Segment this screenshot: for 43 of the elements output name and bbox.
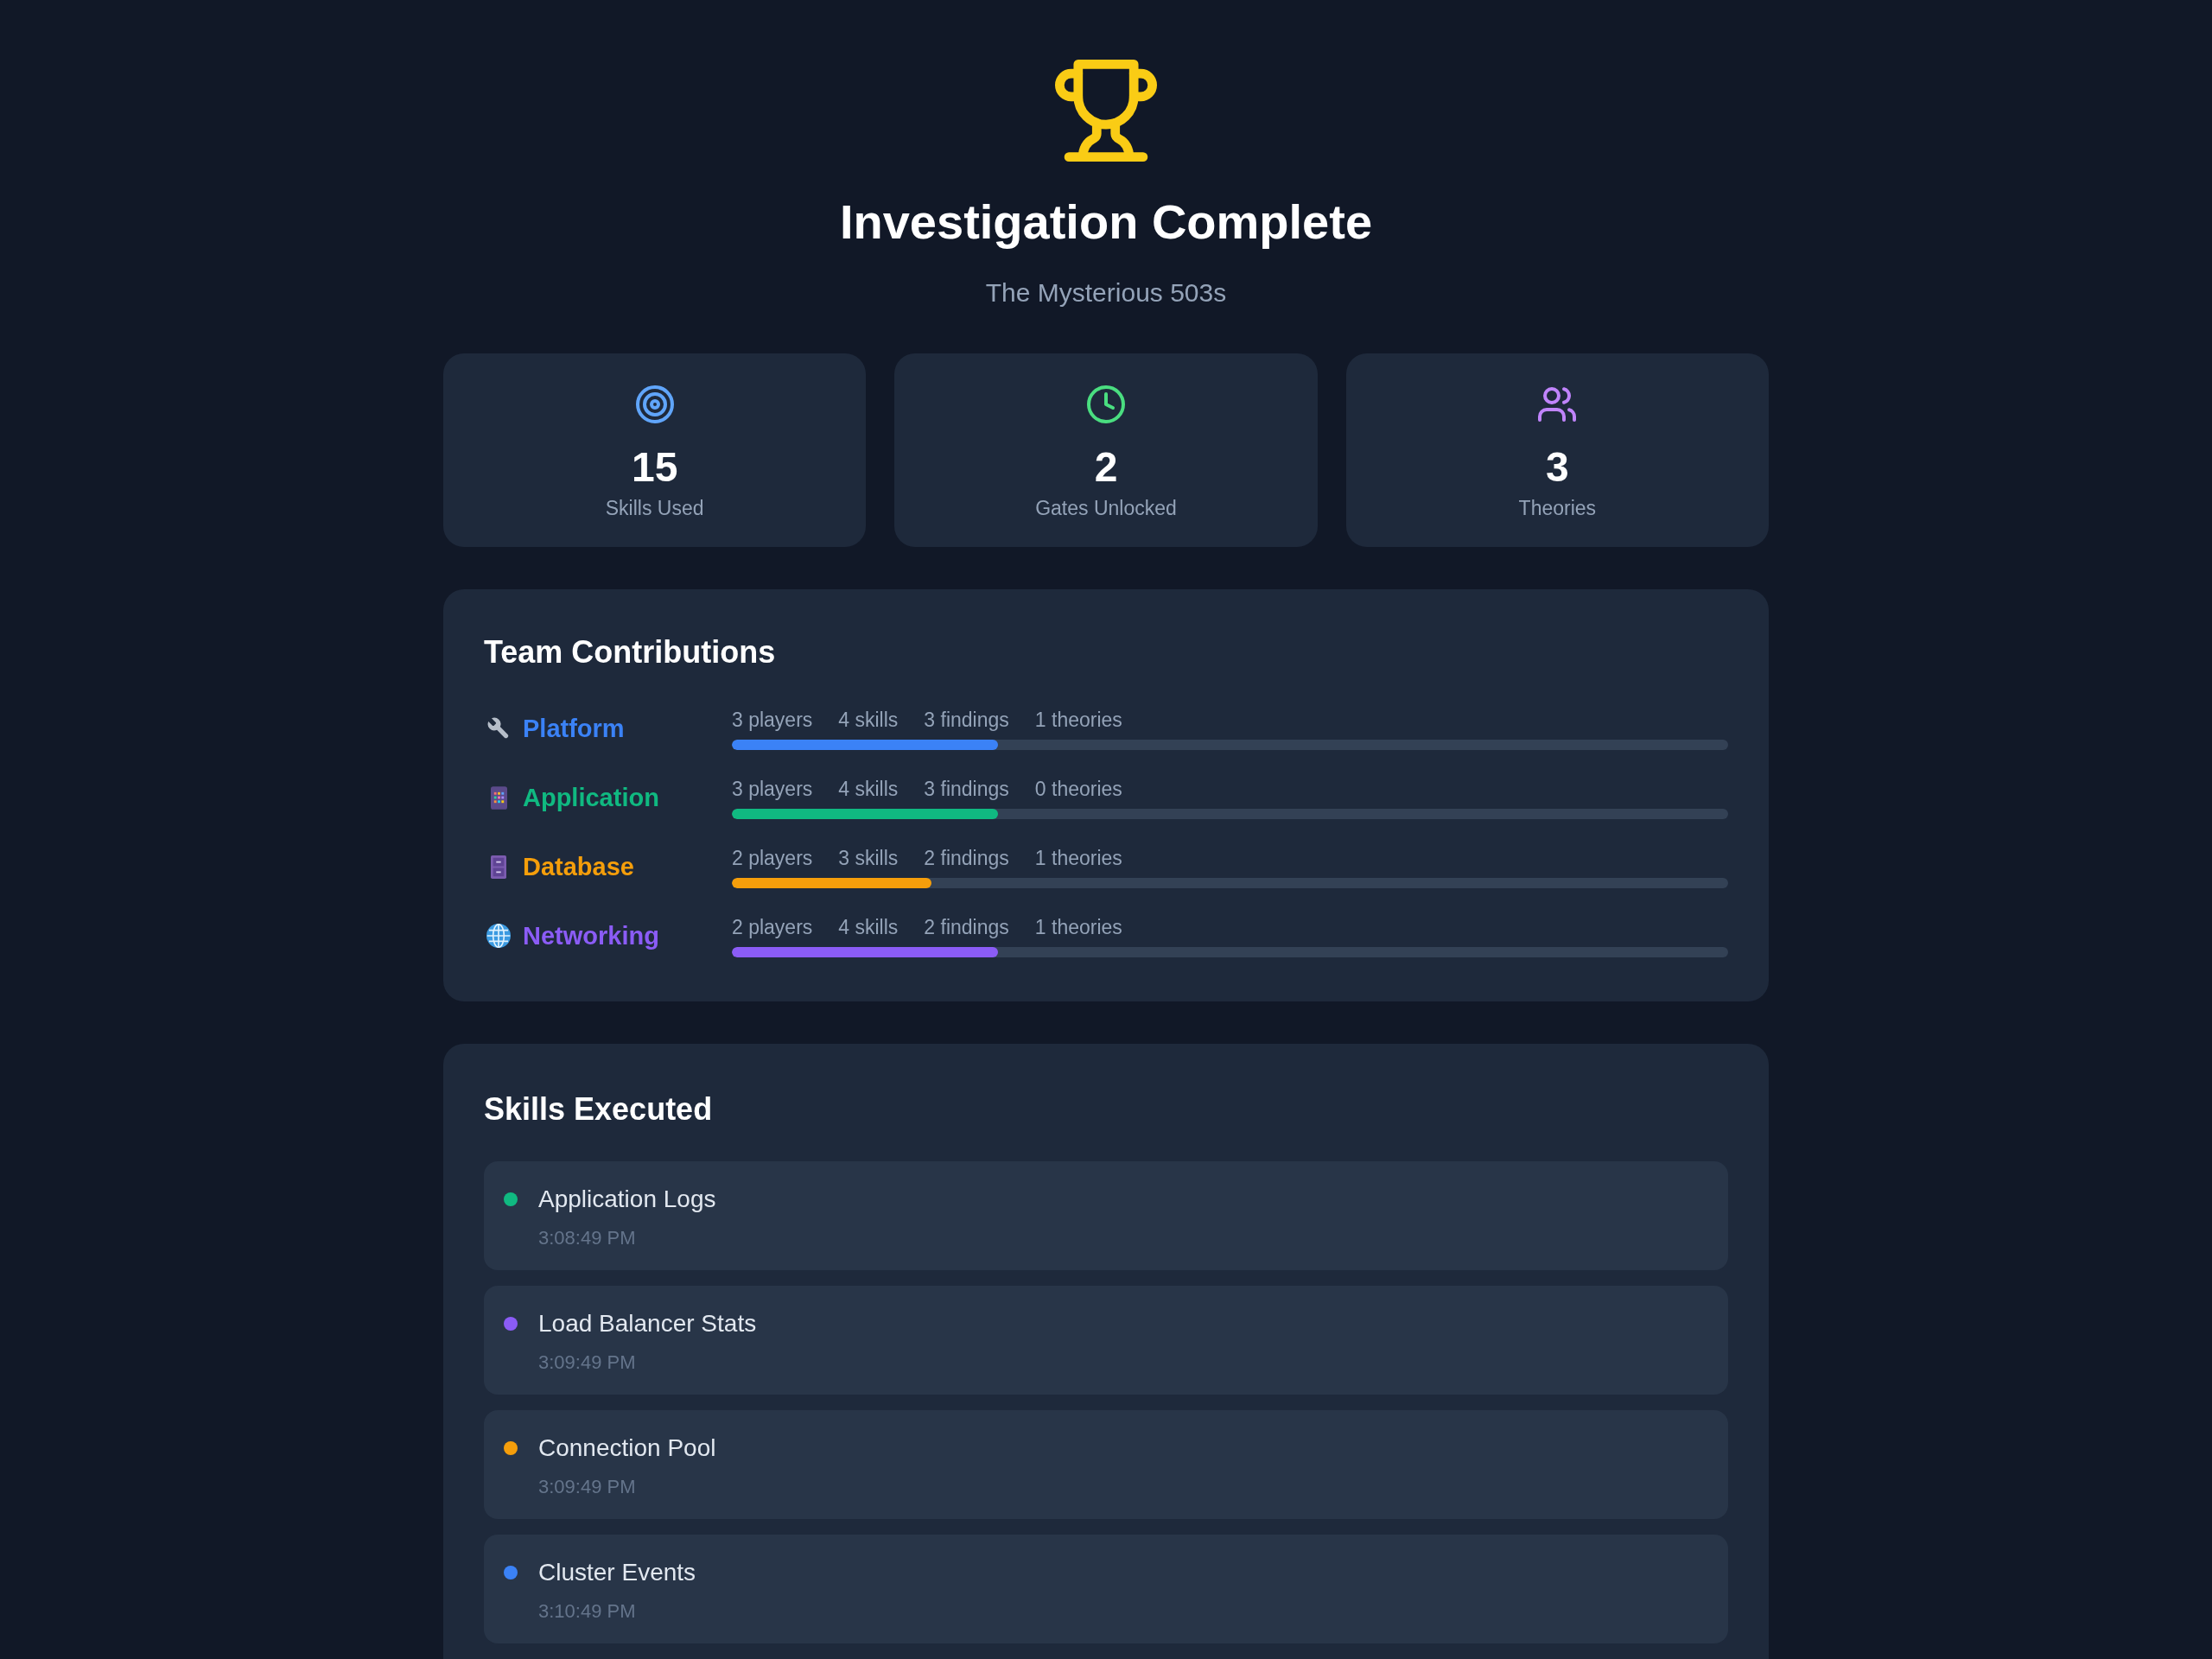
team-stat: 3 skills [838, 846, 899, 871]
team-stat: 0 theories [1034, 777, 1122, 802]
stat-value: 3 [1545, 443, 1569, 492]
stat-label: Gates Unlocked [1035, 496, 1177, 521]
team-stat: 1 theories [1034, 915, 1122, 940]
page-subtitle: The Mysterious 503s [984, 277, 1228, 308]
stat-value: 15 [631, 443, 678, 492]
team-stat: 2 players [732, 846, 813, 871]
trophy-icon [1055, 60, 1157, 162]
team-stat: 1 theories [1034, 708, 1122, 733]
page-title: Investigation Complete [838, 194, 1374, 251]
stat-value: 2 [1094, 443, 1118, 492]
team-stat: 3 findings [924, 777, 1009, 802]
cabinet-icon [491, 855, 506, 879]
team-stat: 3 players [732, 708, 813, 733]
skill-time: 3:08:49 PM [538, 1226, 637, 1250]
team-stat: 3 players [732, 777, 813, 802]
team-stat: 4 skills [838, 708, 899, 733]
team-name: Platform [523, 714, 625, 744]
stat-label: Theories [1518, 496, 1597, 521]
skill-name: Connection Pool [538, 1433, 716, 1463]
skill-time: 3:10:49 PM [538, 1599, 637, 1624]
stat-label: Skills Used [605, 496, 704, 521]
team-stat: 4 skills [838, 915, 899, 940]
skill-name: Load Balancer Stats [538, 1309, 757, 1338]
team-name: Networking [523, 921, 659, 951]
wrench-icon [487, 717, 510, 740]
team-stat: 3 findings [924, 708, 1009, 733]
globe-icon [486, 924, 511, 948]
team-stat: 2 findings [924, 915, 1009, 940]
team-name: Database [523, 852, 634, 882]
skill-time: 3:09:49 PM [538, 1351, 637, 1375]
team-stat: 4 skills [838, 777, 899, 802]
team-stat: 2 players [732, 915, 813, 940]
team-stat: 1 theories [1034, 846, 1122, 871]
skill-time: 3:09:49 PM [538, 1475, 637, 1499]
section-title: Team Contributions [484, 633, 777, 671]
skill-name: Cluster Events [538, 1558, 696, 1587]
team-stat: 2 findings [924, 846, 1009, 871]
section-title: Skills Executed [484, 1090, 714, 1128]
phone-icon [490, 785, 507, 810]
skill-name: Application Logs [538, 1185, 716, 1214]
team-name: Application [523, 783, 659, 813]
